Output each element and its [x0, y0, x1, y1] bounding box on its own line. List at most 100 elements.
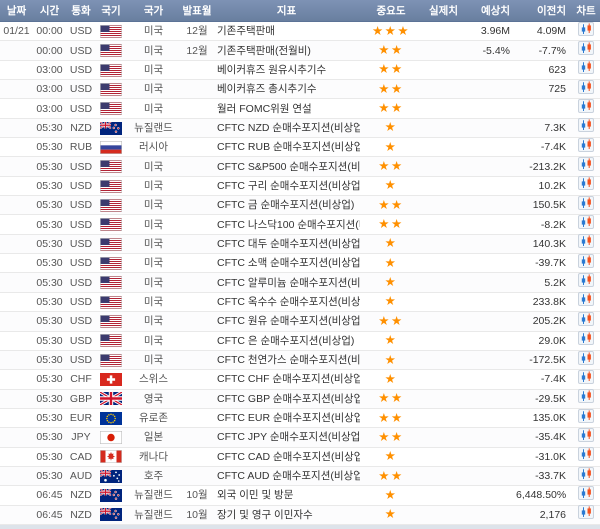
chart-button[interactable] — [578, 234, 594, 248]
indicator-label[interactable]: CFTC GBP 순매수포지션(비상업) — [213, 390, 360, 409]
event-row[interactable]: 05:30USD미국CFTC 나스닥100 순매수포지션(비상업)★★-8.2K — [0, 215, 600, 234]
event-row[interactable]: 05:30USD미국CFTC S&P500 순매수포지션(비상업)★★-213.… — [0, 157, 600, 176]
indicator-label[interactable]: CFTC AUD 순매수포지션(비상업) — [213, 467, 360, 486]
indicator-label[interactable]: CFTC 구리 순매수포지션(비상업) — [213, 177, 360, 196]
event-row[interactable]: 05:30USD미국CFTC 대두 순매수포지션(비상업)★140.3K — [0, 235, 600, 254]
event-row[interactable]: 03:00USD미국베이커휴즈 원유시추기수★★623 — [0, 61, 600, 80]
importance-stars: ★ — [360, 447, 422, 467]
chart-button[interactable] — [578, 505, 594, 519]
indicator-label[interactable]: CFTC 천연가스 순매수포지션(비상업) — [213, 351, 360, 370]
event-row[interactable]: 05:30RUB러시아CFTC RUB 순매수포지션(비상업)★-7.4K — [0, 138, 600, 157]
indicator-label[interactable]: 외국 이민 및 방문 — [213, 486, 360, 505]
chart-button[interactable] — [578, 273, 594, 287]
event-row[interactable]: 05:30USD미국CFTC 은 순매수포지션(비상업)★29.0K — [0, 332, 600, 351]
indicator-label[interactable]: CFTC 원유 순매수포지션(비상업) — [213, 312, 360, 331]
chart-button[interactable] — [578, 312, 594, 326]
indicator-label[interactable]: 기존주택판매 — [213, 22, 360, 41]
event-row[interactable]: 05:30USD미국CFTC 원유 순매수포지션(비상업)★★205.2K — [0, 312, 600, 331]
currency-cell: NZD — [66, 506, 96, 525]
indicator-label[interactable]: CFTC S&P500 순매수포지션(비상업) — [213, 158, 360, 177]
candlestick-icon — [580, 468, 593, 480]
chart-button[interactable] — [578, 60, 594, 74]
chart-button[interactable] — [578, 215, 594, 229]
chart-button[interactable] — [578, 254, 594, 268]
event-row[interactable]: 05:30CAD캐나다CFTC CAD 순매수포지션(비상업)★-31.0K — [0, 448, 600, 467]
column-header-date: 날짜 — [0, 3, 33, 18]
chart-button[interactable] — [578, 370, 594, 384]
indicator-label[interactable]: CFTC 대두 순매수포지션(비상업) — [213, 235, 360, 254]
event-row[interactable]: 06:45NZD뉴질랜드10월외국 이민 및 방문★6,448.50% — [0, 486, 600, 505]
forecast-cell: 3.96M — [464, 22, 516, 41]
flag-cell — [96, 177, 126, 196]
event-row[interactable]: 05:30USD미국CFTC 천연가스 순매수포지션(비상업)★-172.5K — [0, 351, 600, 370]
event-row[interactable]: 03:00USD미국베이커휴즈 총시추기수★★725 — [0, 80, 600, 99]
indicator-label[interactable]: 월러 FOMC위원 연설 — [213, 100, 360, 119]
event-row[interactable]: 03:00USD미국월러 FOMC위원 연설★★ — [0, 99, 600, 118]
event-row[interactable]: 05:30USD미국CFTC 소맥 순매수포지션(비상업)★-39.7K — [0, 254, 600, 273]
indicator-label[interactable]: CFTC NZD 순매수포지션(비상업) — [213, 119, 360, 138]
chart-button[interactable] — [578, 118, 594, 132]
chart-button[interactable] — [578, 196, 594, 210]
indicator-label[interactable]: 베이커휴즈 원유시추기수 — [213, 61, 360, 80]
chart-button[interactable] — [578, 467, 594, 481]
chart-button[interactable] — [578, 351, 594, 365]
event-row[interactable]: 05:30JPY일본CFTC JPY 순매수포지션(비상업)★★-35.4K — [0, 428, 600, 447]
indicator-label[interactable]: 베이커휴즈 총시추기수 — [213, 80, 360, 99]
event-row[interactable]: 05:30EUR유로존CFTC EUR 순매수포지션(비상업)★★135.0K — [0, 409, 600, 428]
indicator-label[interactable]: CFTC 옥수수 순매수포지션(비상업) — [213, 293, 360, 312]
indicator-label[interactable]: CFTC EUR 순매수포지션(비상업) — [213, 409, 360, 428]
indicator-label[interactable]: CFTC 소맥 순매수포지션(비상업) — [213, 254, 360, 273]
indicator-label[interactable]: CFTC CAD 순매수포지션(비상업) — [213, 448, 360, 467]
chart-button[interactable] — [578, 176, 594, 190]
chart-button[interactable] — [578, 389, 594, 403]
flag-us-icon — [100, 315, 122, 328]
indicator-label[interactable]: CFTC RUB 순매수포지션(비상업) — [213, 138, 360, 157]
previous-cell: 233.8K — [516, 293, 572, 312]
event-row[interactable]: 06:45NZD뉴질랜드10월장기 및 영구 이민자수★2,176 — [0, 506, 600, 525]
event-row[interactable]: 05:30NZD뉴질랜드CFTC NZD 순매수포지션(비상업)★7.3K — [0, 119, 600, 138]
chart-button[interactable] — [578, 41, 594, 55]
chart-cell — [572, 80, 600, 100]
event-row[interactable]: 05:30CHF스위스CFTC CHF 순매수포지션(비상업)★-7.4K — [0, 370, 600, 389]
flag-us-icon — [100, 199, 122, 212]
indicator-label[interactable]: CFTC 금 순매수포지션(비상업) — [213, 196, 360, 215]
chart-button[interactable] — [578, 80, 594, 94]
indicator-label[interactable]: 장기 및 영구 이민자수 — [213, 506, 360, 525]
event-row[interactable]: 05:30USD미국CFTC 구리 순매수포지션(비상업)★10.2K — [0, 177, 600, 196]
event-row[interactable]: 00:00USD미국12월기존주택판매(전월비)★★-5.4%-7.7% — [0, 41, 600, 60]
currency-cell: USD — [66, 274, 96, 293]
chart-button[interactable] — [578, 331, 594, 345]
country-cell: 미국 — [126, 235, 181, 254]
indicator-label[interactable]: 기존주택판매(전월비) — [213, 42, 360, 61]
event-row[interactable]: 05:30GBP영국CFTC GBP 순매수포지션(비상업)★★-29.5K — [0, 390, 600, 409]
event-row[interactable]: 05:30USD미국CFTC 금 순매수포지션(비상업)★★150.5K — [0, 196, 600, 215]
chart-button[interactable] — [578, 138, 594, 152]
importance-stars: ★ — [360, 331, 422, 351]
event-row[interactable]: 05:30USD미국CFTC 옥수수 순매수포지션(비상업)★233.8K — [0, 293, 600, 312]
currency-cell: NZD — [66, 119, 96, 138]
chart-button[interactable] — [578, 99, 594, 113]
candlestick-icon — [580, 255, 593, 267]
candlestick-icon — [580, 506, 593, 518]
indicator-label[interactable]: CFTC JPY 순매수포지션(비상업) — [213, 428, 360, 447]
chart-button[interactable] — [578, 157, 594, 171]
time-cell: 05:30 — [33, 448, 66, 467]
chart-button[interactable] — [578, 409, 594, 423]
currency-cell: AUD — [66, 467, 96, 486]
indicator-label[interactable]: CFTC 나스닥100 순매수포지션(비상업) — [213, 216, 360, 235]
previous-cell: 725 — [516, 80, 572, 99]
indicator-label[interactable]: CFTC CHF 순매수포지션(비상업) — [213, 370, 360, 389]
event-row[interactable]: 05:30AUD호주CFTC AUD 순매수포지션(비상업)★★-33.7K — [0, 467, 600, 486]
chart-button[interactable] — [578, 22, 594, 36]
chart-button[interactable] — [578, 447, 594, 461]
event-row[interactable]: 01/2100:00USD미국12월기존주택판매★★★3.96M4.09M — [0, 22, 600, 41]
indicator-label[interactable]: CFTC 알루미늄 순매수포지션(비상업) — [213, 274, 360, 293]
importance-stars: ★★ — [360, 80, 422, 100]
chart-button[interactable] — [578, 428, 594, 442]
chart-button[interactable] — [578, 292, 594, 306]
time-cell: 05:30 — [33, 312, 66, 331]
chart-button[interactable] — [578, 486, 594, 500]
indicator-label[interactable]: CFTC 은 순매수포지션(비상업) — [213, 332, 360, 351]
country-cell: 뉴질랜드 — [126, 506, 181, 525]
event-row[interactable]: 05:30USD미국CFTC 알루미늄 순매수포지션(비상업)★5.2K — [0, 273, 600, 292]
